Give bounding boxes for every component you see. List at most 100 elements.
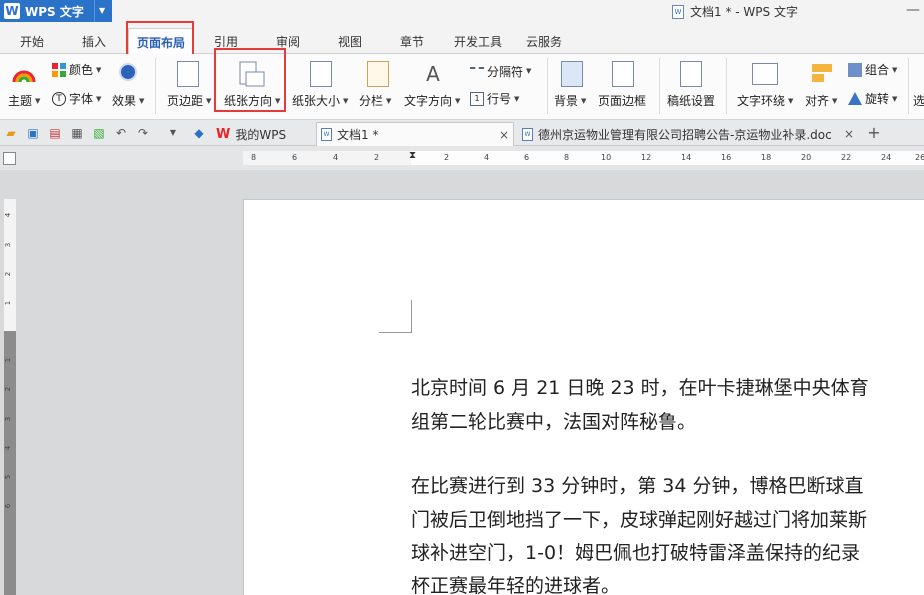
document-text-line: 北京时间 6 月 21 日晚 23 时，在叶卡捷琳堡中央体育 (411, 377, 869, 399)
margins-button[interactable]: 页边距 ▼ (167, 92, 211, 109)
select-button[interactable]: 选 (913, 92, 924, 109)
tab-chapter[interactable]: 章节 (400, 33, 424, 50)
document-icon: W (321, 128, 332, 141)
open-folder-icon[interactable]: ▰ (4, 126, 18, 140)
close-icon[interactable]: × (844, 127, 854, 141)
print-icon[interactable]: ▦ (70, 126, 84, 140)
ruler-label: 18 (761, 153, 772, 162)
caret-down-icon: ▼ (526, 67, 532, 75)
vertical-ruler[interactable]: 4 3 2 1 1 2 3 4 5 6 (4, 199, 16, 595)
document-page[interactable]: 北京时间 6 月 21 日晚 23 时，在叶卡捷琳堡中央体育 组第二轮比赛中，法… (243, 199, 924, 595)
ruler-label: 14 (681, 153, 692, 162)
text-wrap-icon (752, 63, 778, 85)
theme-button[interactable]: 主题 ▼ (8, 92, 40, 109)
ruler-label: 3 (4, 416, 13, 422)
customize-caret-icon[interactable]: ▼ (166, 126, 180, 140)
paper-settings-button[interactable]: 稿纸设置 (667, 92, 715, 109)
minimize-button[interactable]: — (906, 2, 920, 18)
background-icon (561, 61, 583, 87)
document-text-line: 在比赛进行到 33 分钟时，第 34 分钟，博格巴断球直 (411, 475, 864, 497)
effect-button[interactable]: 效果 ▼ (112, 92, 144, 109)
wps-logo-icon: W (4, 3, 20, 19)
breaks-button[interactable]: 分隔符 ▼ (470, 61, 531, 81)
text-direction-button[interactable]: 文字方向 ▼ (404, 92, 460, 109)
doctab-mywps[interactable]: W 我的WPS (212, 122, 310, 146)
ruler-margin-region (4, 199, 16, 331)
rotate-button[interactable]: 旋转 ▼ (848, 90, 897, 107)
paper-size-label: 纸张大小 (292, 94, 341, 108)
doctab-recruitment[interactable]: W 德州京运物业管理有限公司招聘公告-京运物业补录.doc × (518, 122, 862, 146)
group-button[interactable]: 组合 ▼ (848, 61, 897, 78)
close-icon[interactable]: × (499, 128, 509, 142)
background-button[interactable]: 背景 ▼ (554, 92, 586, 109)
rotate-label: 旋转 (865, 92, 890, 106)
indent-marker-icon[interactable]: ⧗ (409, 149, 416, 163)
caret-down-icon: ▼ (455, 96, 461, 105)
tab-start[interactable]: 开始 (20, 33, 44, 50)
color-button[interactable]: 颜色 ▼ (52, 61, 101, 78)
ruler-label: 2 (444, 153, 450, 162)
effect-label: 效果 (112, 94, 137, 108)
tab-insert[interactable]: 插入 (82, 33, 106, 50)
caret-down-icon: ▼ (96, 94, 102, 103)
text-direction-label: 文字方向 (404, 94, 453, 108)
export-pdf-icon[interactable]: ▤ (48, 126, 62, 140)
tab-view[interactable]: 视图 (338, 33, 362, 50)
ruler-label: 12 (641, 153, 652, 162)
theme-label: 主题 (8, 94, 33, 108)
tab-stop-selector[interactable] (3, 152, 16, 165)
ruler-label: 4 (4, 445, 13, 451)
document-icon: W (522, 127, 533, 141)
doctab-document1[interactable]: W 文档1 * × (316, 122, 514, 146)
ruler-label: 6 (4, 503, 13, 509)
ruler-label: 1 (4, 357, 13, 363)
columns-icon (367, 61, 389, 87)
text-wrap-button[interactable]: 文字环绕 ▼ (737, 92, 793, 109)
align-button[interactable]: 对齐 ▼ (805, 92, 837, 109)
theme-icon (12, 70, 36, 83)
caret-down-icon[interactable]: ▼ (99, 6, 105, 15)
tab-developer[interactable]: 开发工具 (454, 33, 502, 50)
divider (659, 58, 660, 114)
save-icon[interactable]: ▣ (26, 126, 40, 140)
caret-down-icon: ▼ (386, 96, 392, 105)
new-tab-plus-icon[interactable]: + (866, 125, 882, 141)
caret-down-icon: ▼ (581, 96, 587, 105)
breaks-icon (470, 67, 484, 81)
ruler-label: 26 (915, 153, 924, 162)
line-numbers-icon: 1 (470, 91, 484, 106)
divider (726, 58, 727, 114)
doctab-label: 文档1 * (337, 128, 379, 142)
print-preview-icon[interactable]: ▧ (92, 126, 106, 140)
group-label: 组合 (865, 63, 890, 77)
app-name: WPS 文字 (25, 4, 84, 19)
ruler-label: 24 (881, 153, 892, 162)
caret-down-icon: ▼ (892, 65, 898, 74)
ruler-label: 4 (484, 153, 490, 162)
page-border-button[interactable]: 页面边框 (598, 92, 646, 109)
ruler-label: 2 (4, 271, 13, 277)
font-button[interactable]: T 字体 ▼ (52, 90, 101, 107)
redo-icon[interactable]: ↷ (136, 126, 150, 140)
align-label: 对齐 (805, 94, 830, 108)
tab-cloud[interactable]: 云服务 (526, 33, 562, 50)
doctab-label: 德州京运物业管理有限公司招聘公告-京运物业补录.doc (538, 127, 832, 142)
paper-size-icon (310, 61, 332, 87)
app-menu-button[interactable]: W WPS 文字 ▼ (0, 0, 112, 22)
undo-icon[interactable]: ↶ (114, 126, 128, 140)
cube-icon[interactable]: ◆ (192, 126, 206, 140)
ruler-label: 10 (601, 153, 612, 162)
page-border-label: 页面边框 (598, 94, 647, 108)
horizontal-ruler[interactable]: 8 6 4 2 ⧗ 2 4 6 8 10 12 14 16 18 20 22 2… (243, 149, 924, 165)
document-text-line: 球补进空门，1-0！姆巴佩也打破特雷泽盖保持的纪录 (411, 542, 861, 564)
paper-size-button[interactable]: 纸张大小 ▼ (292, 92, 348, 109)
columns-button[interactable]: 分栏 ▼ (359, 92, 391, 109)
caret-down-icon: ▼ (832, 96, 838, 105)
background-label: 背景 (554, 94, 579, 108)
ruler-label: 2 (374, 153, 380, 162)
divider (155, 58, 156, 114)
caret-down-icon: ▼ (788, 96, 794, 105)
line-numbers-button[interactable]: 1 行号 ▼ (470, 90, 519, 107)
rotate-icon (848, 92, 862, 105)
font-icon: T (52, 91, 66, 106)
